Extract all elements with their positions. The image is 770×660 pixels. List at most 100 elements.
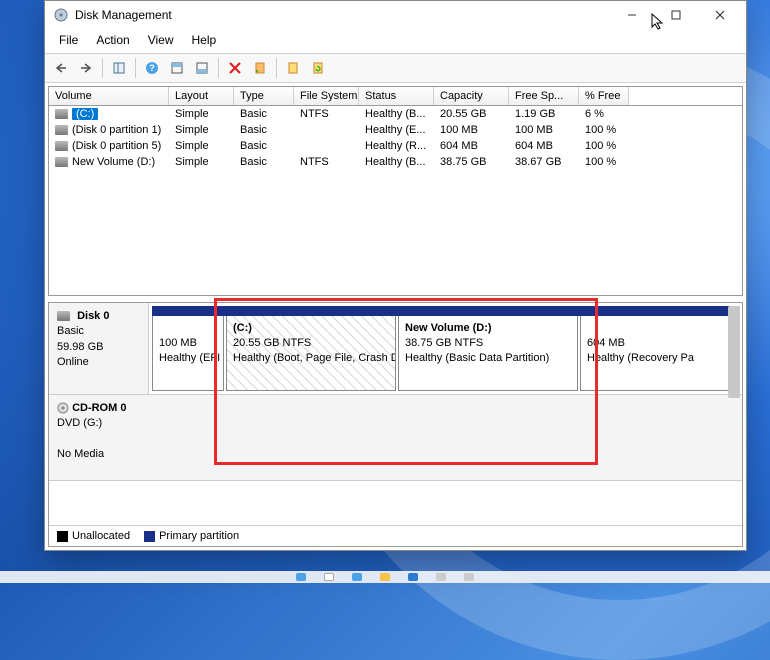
refresh-button[interactable]: [307, 57, 329, 79]
scrollbar[interactable]: [728, 306, 740, 398]
help-button[interactable]: ?: [141, 57, 163, 79]
col-pctfree[interactable]: % Free: [579, 87, 629, 105]
cell-type: Basic: [234, 155, 294, 169]
action-button[interactable]: [282, 57, 304, 79]
forward-button[interactable]: [75, 57, 97, 79]
delete-button[interactable]: [224, 57, 246, 79]
volume-name: (Disk 0 partition 5): [72, 140, 161, 152]
close-button[interactable]: [698, 1, 742, 29]
partition-efi[interactable]: 100 MB Healthy (EFI S: [152, 306, 224, 391]
disk-icon: [57, 311, 70, 321]
volume-list[interactable]: Volume Layout Type File System Status Ca…: [48, 86, 743, 296]
titlebar[interactable]: Disk Management: [45, 1, 746, 29]
cell-type: Basic: [234, 123, 294, 137]
volume-row[interactable]: (C:) Simple Basic NTFS Healthy (B... 20.…: [49, 106, 742, 122]
cell-fs: [294, 139, 359, 153]
taskbar-start-icon[interactable]: [296, 573, 306, 581]
col-capacity[interactable]: Capacity: [434, 87, 509, 105]
partition-status: Healthy (Recovery Pa: [587, 352, 694, 364]
back-button[interactable]: [50, 57, 72, 79]
drive-icon: [55, 125, 68, 135]
partition-status: Healthy (Basic Data Partition): [405, 352, 549, 364]
view-top-button[interactable]: [166, 57, 188, 79]
cell-free: 38.67 GB: [509, 155, 579, 169]
disk-state: Online: [57, 356, 89, 368]
disk-partitions: 100 MB Healthy (EFI S (C:) 20.55 GB NTFS…: [149, 303, 742, 394]
drive-icon: [55, 109, 68, 119]
volume-list-header[interactable]: Volume Layout Type File System Status Ca…: [49, 87, 742, 106]
swatch-icon: [57, 531, 68, 542]
col-status[interactable]: Status: [359, 87, 434, 105]
toolbar-separator: [218, 58, 219, 78]
partition-recovery[interactable]: 604 MB Healthy (Recovery Pa: [580, 306, 739, 391]
taskbar-edge-icon[interactable]: [408, 573, 418, 581]
volume-list-body: (C:) Simple Basic NTFS Healthy (B... 20.…: [49, 106, 742, 295]
cell-pct: 100 %: [579, 155, 629, 169]
cell-capacity: 20.55 GB: [434, 107, 509, 121]
disk-info[interactable]: CD-ROM 0 DVD (G:) No Media: [49, 395, 742, 480]
toolbar-separator: [135, 58, 136, 78]
toolbar-separator: [102, 58, 103, 78]
disk-row-cdrom[interactable]: CD-ROM 0 DVD (G:) No Media: [49, 395, 742, 481]
volume-row[interactable]: (Disk 0 partition 1) Simple Basic Health…: [49, 122, 742, 138]
view-bottom-button[interactable]: [191, 57, 213, 79]
partition-size: 604 MB: [587, 337, 625, 349]
show-hide-button[interactable]: [108, 57, 130, 79]
disk-graphical-view[interactable]: Disk 0 Basic 59.98 GB Online 100 MB Heal…: [48, 302, 743, 547]
properties-button[interactable]: [249, 57, 271, 79]
minimize-button[interactable]: [610, 1, 654, 29]
partition-name: (C:): [233, 322, 252, 334]
partition-d[interactable]: New Volume (D:) 38.75 GB NTFS Healthy (B…: [398, 306, 578, 391]
cell-type: Basic: [234, 107, 294, 121]
col-free[interactable]: Free Sp...: [509, 87, 579, 105]
volume-row[interactable]: (Disk 0 partition 5) Simple Basic Health…: [49, 138, 742, 154]
disk-info[interactable]: Disk 0 Basic 59.98 GB Online: [49, 303, 149, 394]
cell-free: 604 MB: [509, 139, 579, 153]
cdrom-icon: [57, 402, 69, 414]
taskbar-explorer-icon[interactable]: [380, 573, 390, 581]
disk-label: Disk 0: [77, 310, 109, 322]
swatch-icon: [144, 531, 155, 542]
col-layout[interactable]: Layout: [169, 87, 234, 105]
window-title: Disk Management: [75, 8, 172, 22]
taskbar-search-icon[interactable]: [324, 573, 334, 581]
cell-layout: Simple: [169, 155, 234, 169]
disk-type: DVD (G:): [57, 417, 102, 429]
volume-name: (C:): [72, 108, 98, 120]
disk-size: 59.98 GB: [57, 341, 103, 353]
partition-name: New Volume (D:): [405, 322, 492, 334]
menu-help[interactable]: Help: [184, 31, 225, 49]
col-type[interactable]: Type: [234, 87, 294, 105]
taskbar-app-icon[interactable]: [464, 573, 474, 581]
cell-capacity: 604 MB: [434, 139, 509, 153]
menu-action[interactable]: Action: [88, 31, 137, 49]
taskbar[interactable]: [0, 571, 770, 583]
menu-view[interactable]: View: [140, 31, 182, 49]
svg-text:?: ?: [149, 63, 155, 73]
partition-c[interactable]: (C:) 20.55 GB NTFS Healthy (Boot, Page F…: [226, 306, 396, 391]
taskbar-taskview-icon[interactable]: [352, 573, 362, 581]
cell-status: Healthy (R...: [359, 139, 434, 153]
legend-unallocated: Unallocated: [57, 530, 130, 542]
disk-row-disk0[interactable]: Disk 0 Basic 59.98 GB Online 100 MB Heal…: [49, 303, 742, 395]
partition-size: 20.55 GB NTFS: [233, 337, 311, 349]
maximize-button[interactable]: [654, 1, 698, 29]
cell-capacity: 38.75 GB: [434, 155, 509, 169]
cell-type: Basic: [234, 139, 294, 153]
legend: Unallocated Primary partition: [49, 525, 742, 546]
partition-size: 38.75 GB NTFS: [405, 337, 483, 349]
cell-fs: [294, 123, 359, 137]
cell-fs: NTFS: [294, 155, 359, 169]
partition-size: 100 MB: [159, 337, 197, 349]
volume-row[interactable]: New Volume (D:) Simple Basic NTFS Health…: [49, 154, 742, 170]
drive-icon: [55, 157, 68, 167]
legend-primary: Primary partition: [144, 530, 239, 542]
col-filesystem[interactable]: File System: [294, 87, 359, 105]
menu-file[interactable]: File: [51, 31, 86, 49]
cell-pct: 100 %: [579, 139, 629, 153]
toolbar-separator: [276, 58, 277, 78]
volume-name: (Disk 0 partition 1): [72, 124, 161, 136]
col-volume[interactable]: Volume: [49, 87, 169, 105]
taskbar-app-icon[interactable]: [436, 573, 446, 581]
disk-label: CD-ROM 0: [72, 402, 126, 414]
